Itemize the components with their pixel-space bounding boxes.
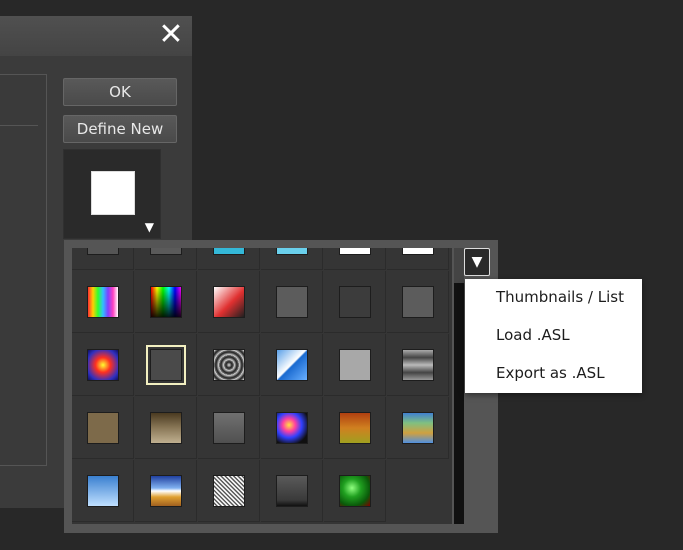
style-swatch: [150, 475, 182, 507]
style-thumbnail[interactable]: [72, 334, 134, 396]
style-thumbnail[interactable]: [387, 334, 449, 396]
style-thumbnail[interactable]: [198, 460, 260, 522]
scrollbar-track[interactable]: [454, 283, 464, 524]
style-swatch: [276, 475, 308, 507]
style-thumbnail[interactable]: [135, 271, 197, 333]
divider: [0, 125, 38, 126]
style-swatch: [402, 248, 434, 255]
style-swatch: [150, 412, 182, 444]
style-thumbnail[interactable]: [261, 397, 323, 459]
style-swatch: [213, 349, 245, 381]
menu-item-load-asl[interactable]: Load .ASL: [496, 320, 641, 350]
style-thumbnail[interactable]: [261, 248, 323, 270]
style-swatch: [402, 412, 434, 444]
style-thumbnail[interactable]: [324, 334, 386, 396]
style-swatch: [213, 475, 245, 507]
panel-context-menu: Thumbnails / List Load .ASL Export as .A…: [465, 279, 642, 393]
style-swatch: [402, 349, 434, 381]
style-swatch: [87, 412, 119, 444]
style-thumbnail[interactable]: [261, 271, 323, 333]
style-swatch: [213, 248, 245, 255]
style-settings-panel: [0, 74, 47, 466]
style-thumbnail[interactable]: [72, 460, 134, 522]
style-swatch: [87, 349, 119, 381]
style-swatch: [339, 475, 371, 507]
style-preview-swatch: [91, 171, 135, 215]
style-thumbnail[interactable]: [198, 271, 260, 333]
style-swatch: [339, 412, 371, 444]
style-swatch: [213, 412, 245, 444]
style-thumbnail[interactable]: [324, 271, 386, 333]
define-new-button[interactable]: Define New: [63, 115, 177, 143]
style-thumbnail[interactable]: [324, 248, 386, 270]
dialog-titlebar: ✕: [0, 16, 192, 56]
style-swatch: [339, 248, 371, 255]
style-thumbnail[interactable]: [198, 397, 260, 459]
style-swatch: [213, 286, 245, 318]
style-thumbnail[interactable]: [261, 460, 323, 522]
style-thumbnail[interactable]: [198, 248, 260, 270]
style-thumbnail[interactable]: [72, 271, 134, 333]
style-swatch: [87, 286, 119, 318]
style-swatch: [339, 349, 371, 381]
style-swatch: [150, 286, 182, 318]
style-grid: [72, 248, 452, 524]
style-thumbnail[interactable]: [387, 397, 449, 459]
style-thumbnail[interactable]: [261, 334, 323, 396]
style-swatch: [276, 248, 308, 255]
style-thumbnail[interactable]: [72, 248, 134, 270]
style-swatch: [276, 286, 308, 318]
style-picker-panel: ▼: [64, 240, 498, 533]
ok-button[interactable]: OK: [63, 78, 177, 106]
style-preview-dropdown[interactable]: ▼: [63, 149, 161, 239]
style-swatch: [150, 349, 182, 381]
menu-item-export-asl[interactable]: Export as .ASL: [496, 358, 641, 388]
style-swatch: [276, 412, 308, 444]
style-thumbnail[interactable]: [324, 397, 386, 459]
style-thumbnail[interactable]: [135, 460, 197, 522]
menu-item-thumbnails-list[interactable]: Thumbnails / List: [496, 282, 641, 312]
style-thumbnail[interactable]: [198, 334, 260, 396]
style-thumbnail[interactable]: [72, 397, 134, 459]
style-swatch: [339, 286, 371, 318]
style-thumbnail[interactable]: [135, 334, 197, 396]
style-swatch: [87, 248, 119, 255]
style-swatch: [87, 475, 119, 507]
style-swatch: [150, 248, 182, 255]
style-thumbnail[interactable]: [135, 397, 197, 459]
style-thumbnail[interactable]: [135, 248, 197, 270]
dropdown-arrow-icon: ▼: [144, 220, 154, 234]
panel-menu-button[interactable]: ▼: [464, 248, 490, 276]
style-swatch: [276, 349, 308, 381]
style-thumbnail[interactable]: [387, 248, 449, 270]
close-icon[interactable]: ✕: [156, 20, 186, 50]
style-swatch: [402, 286, 434, 318]
style-thumbnail[interactable]: [324, 460, 386, 522]
style-thumbnail[interactable]: [387, 271, 449, 333]
scrollbar-thumb[interactable]: [454, 248, 464, 283]
